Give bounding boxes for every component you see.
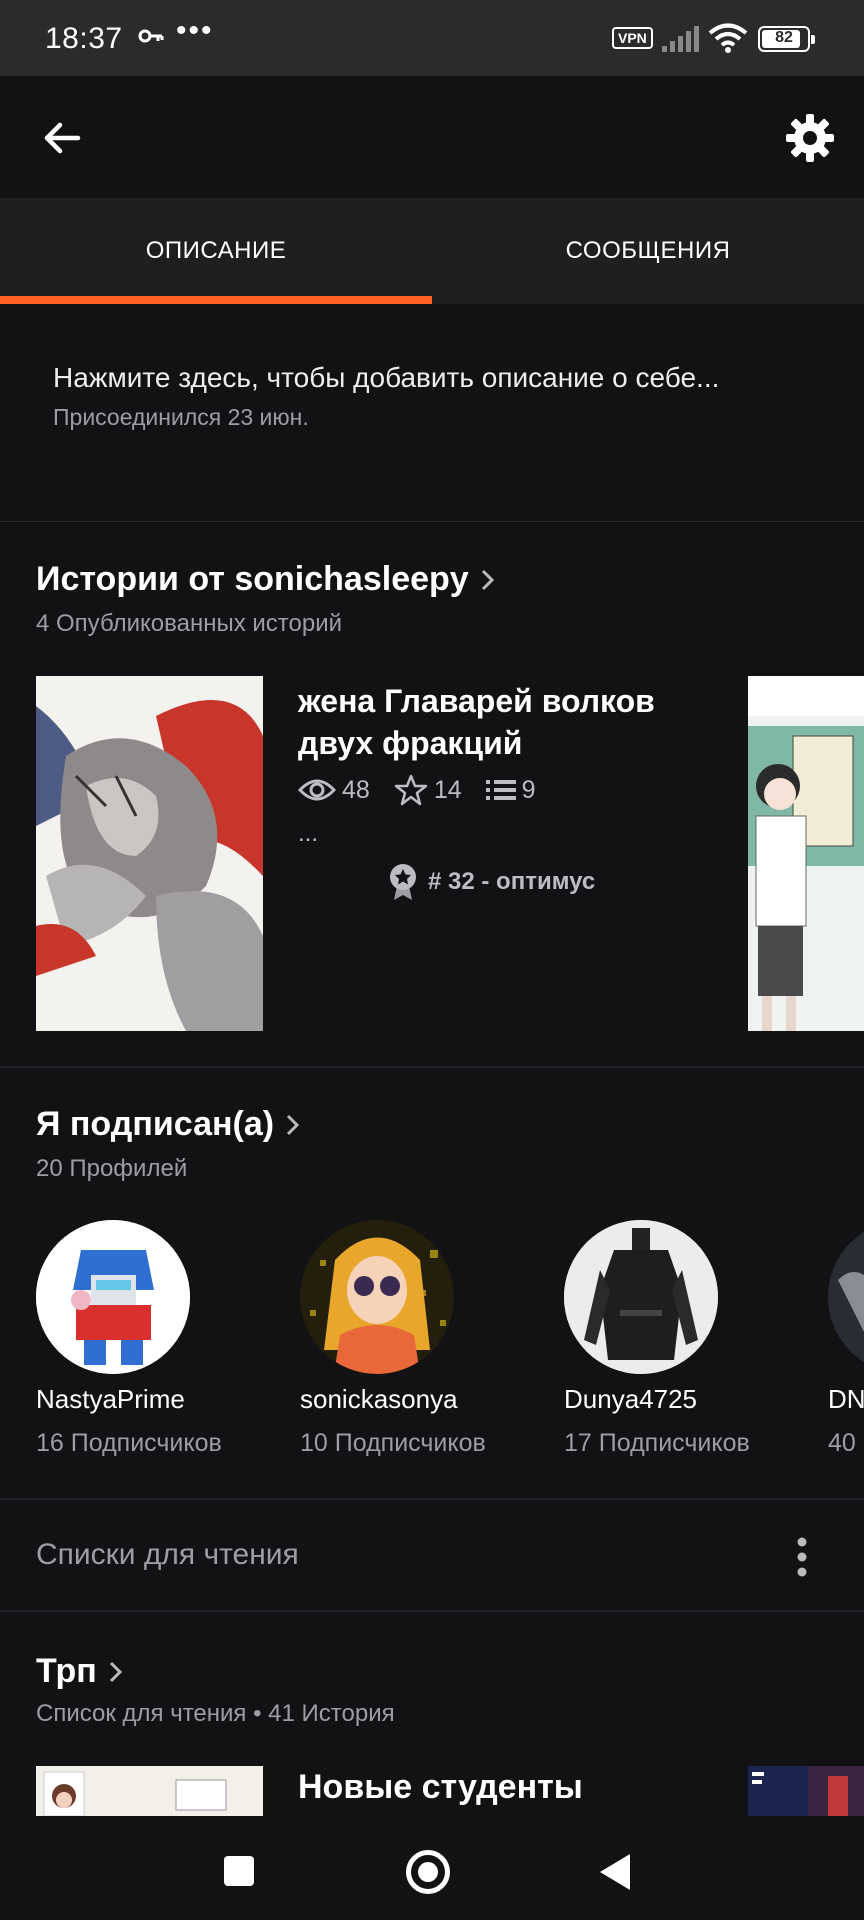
eye-icon xyxy=(298,779,336,801)
reading-list-title-text: Трп xyxy=(36,1652,97,1690)
profile-card[interactable]: DN 40 xyxy=(828,1220,864,1458)
section-divider xyxy=(0,1066,864,1068)
chevron-right-icon xyxy=(109,1661,122,1682)
views-count: 48 xyxy=(342,775,370,804)
following-title-text: Я подписан(а) xyxy=(36,1105,275,1143)
following-section-title[interactable]: Я подписан(а) xyxy=(36,1105,300,1144)
profile-name[interactable]: DN xyxy=(828,1384,864,1415)
arrow-left-icon[interactable] xyxy=(38,114,86,162)
votes-count: 14 xyxy=(433,775,462,804)
back-button[interactable] xyxy=(600,1854,630,1890)
signal-icon xyxy=(662,26,699,52)
description-prompt[interactable]: Нажмите здесь, чтобы добавить описание о… xyxy=(53,362,719,394)
story-cover[interactable] xyxy=(36,676,263,1031)
parts-stat: 9 xyxy=(485,775,536,805)
wifi-icon xyxy=(708,23,748,53)
story-stats: 48 14 9 xyxy=(298,774,536,806)
profile-followers: 10 Подписчиков xyxy=(300,1429,486,1457)
profile-card[interactable]: sonickasonya 10 Подписчиков xyxy=(300,1220,540,1458)
reading-list-cover[interactable] xyxy=(36,1766,263,1816)
profile-followers: 16 Подписчиков xyxy=(36,1429,222,1457)
profile-name[interactable]: Dunya4725 xyxy=(564,1384,804,1415)
views-stat: 48 xyxy=(298,776,370,805)
system-nav-bar xyxy=(0,1816,864,1920)
chevron-right-icon xyxy=(287,1114,300,1135)
stories-section-title[interactable]: Истории от sonichasleepy xyxy=(36,560,495,599)
profile-followers: 17 Подписчиков xyxy=(564,1429,750,1457)
avatar[interactable] xyxy=(828,1220,864,1374)
reading-list-subtitle: Список для чтения • 41 История xyxy=(36,1700,395,1727)
votes-stat: 14 xyxy=(394,774,462,806)
stories-count: 4 Опубликованных историй xyxy=(36,610,343,637)
profile-followers: 40 xyxy=(828,1429,856,1457)
reading-lists-label: Списки для чтения xyxy=(36,1538,299,1571)
story-title[interactable]: жена Главарей волков двух фракций xyxy=(298,680,718,764)
avatar[interactable] xyxy=(564,1220,718,1374)
story-cover-next[interactable] xyxy=(748,676,864,1031)
rank-text: # 32 - оптимус xyxy=(428,868,596,895)
chevron-right-icon xyxy=(481,569,494,590)
avatar[interactable] xyxy=(300,1220,454,1374)
battery-level: 82 xyxy=(775,29,793,46)
active-tab-indicator xyxy=(0,296,432,304)
notification-dots: ••• xyxy=(176,14,214,47)
award-badge-icon xyxy=(390,864,416,900)
battery-icon: 82 xyxy=(758,26,815,52)
profile-card[interactable]: Dunya4725 17 Подписчиков xyxy=(564,1220,804,1458)
key-icon xyxy=(138,29,164,43)
reading-list-title[interactable]: Трп xyxy=(36,1652,123,1691)
following-count: 20 Профилей xyxy=(36,1155,188,1182)
recents-button[interactable] xyxy=(224,1856,254,1886)
status-time: 18:37 xyxy=(45,22,123,55)
profile-tabs: ОПИСАНИЕ СООБЩЕНИЯ xyxy=(0,198,864,304)
profile-name[interactable]: NastyaPrime xyxy=(36,1384,276,1415)
story-rank[interactable]: # 32 - оптимус xyxy=(388,862,595,902)
reading-list-cover-next[interactable] xyxy=(748,1766,864,1816)
more-vertical-icon[interactable] xyxy=(796,1536,808,1578)
avatar[interactable] xyxy=(36,1220,190,1374)
list-icon xyxy=(485,780,516,800)
reading-lists-header: Списки для чтения xyxy=(0,1498,864,1612)
tab-messages[interactable]: СООБЩЕНИЯ xyxy=(432,198,864,304)
top-toolbar xyxy=(0,76,864,198)
status-bar: 18:37 ••• VPN 82 xyxy=(0,0,864,76)
gear-icon[interactable] xyxy=(784,112,836,164)
joined-date: Присоединился 23 июн. xyxy=(53,404,309,430)
profile-name[interactable]: sonickasonya xyxy=(300,1384,540,1415)
story-excerpt: ... xyxy=(298,820,319,847)
tab-description[interactable]: ОПИСАНИЕ xyxy=(0,198,432,304)
stories-title-text: Истории от sonichasleepy xyxy=(36,560,469,598)
reading-list-story-title[interactable]: Новые студенты xyxy=(298,1768,583,1807)
parts-count: 9 xyxy=(521,775,536,804)
profile-card[interactable]: NastyaPrime 16 Подписчиков xyxy=(36,1220,276,1458)
star-icon xyxy=(394,774,428,806)
vpn-icon: VPN xyxy=(612,27,653,49)
profile-description[interactable]: Нажмите здесь, чтобы добавить описание о… xyxy=(0,304,864,522)
home-button[interactable] xyxy=(406,1850,450,1894)
